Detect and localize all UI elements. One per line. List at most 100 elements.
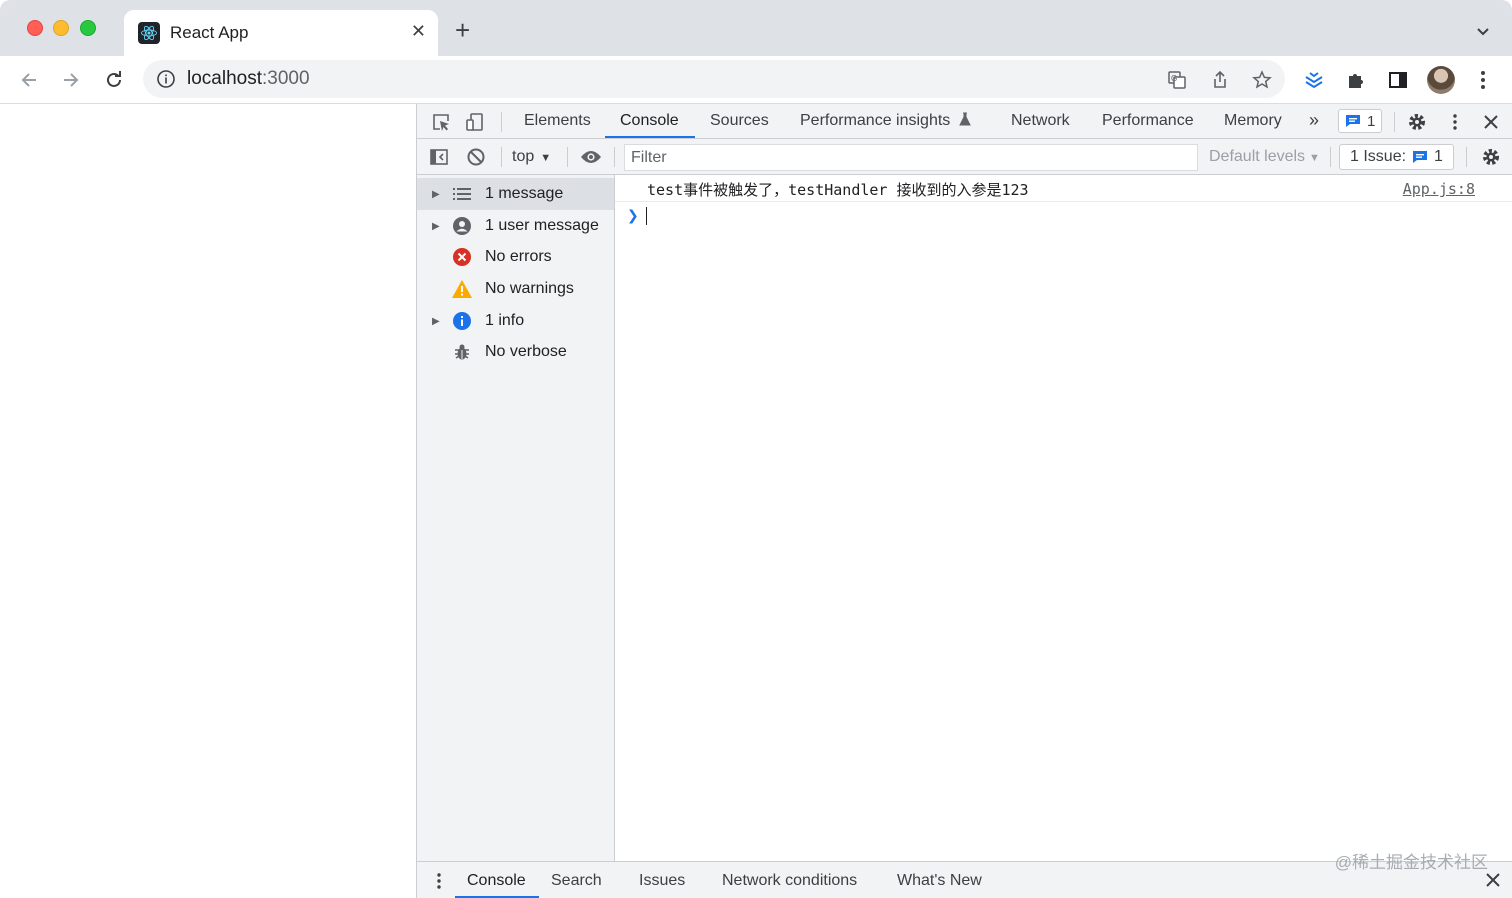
browser-menu-icon[interactable] bbox=[1471, 68, 1495, 92]
sidebar-item-label: 1 message bbox=[485, 185, 564, 202]
devtools-tab-bar: Elements Console Sources Performance ins… bbox=[417, 104, 1512, 139]
forward-arrow-icon[interactable] bbox=[59, 68, 83, 92]
settings-gear-icon[interactable] bbox=[1405, 110, 1429, 134]
tab-elements[interactable]: Elements bbox=[524, 112, 591, 130]
sidebar-item-label: 1 user message bbox=[485, 217, 599, 234]
tab-performance[interactable]: Performance bbox=[1102, 112, 1194, 130]
messages-count: 1 bbox=[1367, 112, 1376, 130]
expand-triangle-icon[interactable]: ▶ bbox=[432, 189, 440, 200]
reload-icon[interactable] bbox=[102, 68, 126, 92]
drawer-menu-icon[interactable] bbox=[431, 870, 447, 892]
side-panel-icon[interactable] bbox=[1386, 68, 1410, 92]
minimize-window-button[interactable] bbox=[53, 20, 69, 36]
expand-triangle-icon[interactable]: ▶ bbox=[432, 221, 440, 232]
error-icon bbox=[452, 247, 472, 267]
message-icon bbox=[1413, 151, 1428, 163]
dropdown-arrow-icon: ▼ bbox=[1309, 152, 1320, 164]
drawer-tab-search[interactable]: Search bbox=[551, 872, 602, 890]
inspect-element-icon[interactable] bbox=[429, 110, 453, 134]
tab-console[interactable]: Console bbox=[620, 112, 679, 130]
sidebar-item-errors[interactable]: No errors bbox=[417, 241, 614, 273]
sidebar-item-user-messages[interactable]: ▶ 1 user message bbox=[417, 210, 614, 242]
console-sidebar: ▶ 1 message ▶ 1 user message No errors N… bbox=[417, 175, 615, 861]
log-levels-value: Default levels bbox=[1209, 148, 1306, 165]
sidebar-item-label: No warnings bbox=[485, 280, 574, 297]
console-log-source-link[interactable]: App.js:8 bbox=[1403, 180, 1475, 198]
url-text[interactable]: localhost:3000 bbox=[187, 68, 310, 90]
context-selector[interactable]: top ▼ bbox=[512, 148, 551, 166]
drawer-tab-whats-new[interactable]: What's New bbox=[897, 872, 982, 890]
console-prompt-chevron-icon: ❯ bbox=[627, 207, 639, 223]
clear-console-icon[interactable] bbox=[464, 145, 488, 169]
toggle-sidebar-icon[interactable] bbox=[427, 145, 451, 169]
info-icon bbox=[452, 311, 472, 331]
tab-sources[interactable]: Sources bbox=[710, 112, 769, 130]
dropdown-arrow-icon: ▼ bbox=[540, 152, 552, 164]
filter-input[interactable] bbox=[624, 144, 1198, 171]
live-expression-eye-icon[interactable] bbox=[579, 145, 603, 169]
close-devtools-icon[interactable] bbox=[1479, 110, 1503, 134]
back-arrow-icon[interactable] bbox=[17, 68, 41, 92]
more-tabs-chevron-icon[interactable]: » bbox=[1309, 110, 1319, 131]
browser-tab[interactable]: React App ✕ bbox=[124, 10, 438, 56]
console-log-message[interactable]: test事件被触发了，testHandler 接收到的入参是123 bbox=[647, 179, 1029, 200]
zoom-window-button[interactable] bbox=[80, 20, 96, 36]
extension-layers-icon[interactable] bbox=[1302, 68, 1326, 92]
translate-icon[interactable]: G bbox=[1166, 69, 1188, 91]
bookmark-star-icon[interactable] bbox=[1251, 69, 1273, 91]
context-value: top bbox=[512, 148, 535, 165]
list-icon bbox=[452, 184, 472, 204]
messages-badge[interactable]: 1 bbox=[1338, 109, 1383, 133]
bug-icon bbox=[452, 342, 472, 362]
sidebar-item-label: No errors bbox=[485, 248, 552, 265]
tab-search-icon[interactable] bbox=[1476, 24, 1490, 42]
tab-close-icon[interactable]: ✕ bbox=[411, 21, 426, 42]
profile-avatar[interactable] bbox=[1427, 66, 1455, 94]
sidebar-item-label: 1 info bbox=[485, 312, 525, 329]
experimental-flask-icon bbox=[958, 112, 971, 126]
issues-button[interactable]: 1 Issue: 1 bbox=[1339, 144, 1454, 170]
drawer-tab-issues[interactable]: Issues bbox=[639, 872, 685, 890]
close-drawer-icon[interactable] bbox=[1485, 872, 1501, 888]
page-viewport bbox=[0, 104, 416, 898]
active-tab-indicator bbox=[605, 136, 695, 138]
browser-toolbar: localhost:3000 G bbox=[0, 56, 1512, 104]
new-tab-button[interactable]: + bbox=[455, 17, 470, 43]
user-icon bbox=[452, 216, 472, 236]
tab-performance-insights[interactable]: Performance insights bbox=[800, 112, 971, 130]
warning-icon bbox=[452, 279, 472, 299]
console-log-row[interactable]: test事件被触发了，testHandler 接收到的入参是123 App.js… bbox=[615, 175, 1512, 202]
close-window-button[interactable] bbox=[27, 20, 43, 36]
device-toolbar-icon[interactable] bbox=[463, 110, 487, 134]
sidebar-item-verbose[interactable]: No verbose bbox=[417, 336, 614, 368]
address-bar[interactable]: localhost:3000 G bbox=[143, 60, 1285, 98]
console-input-caret[interactable] bbox=[646, 207, 647, 225]
tab-memory[interactable]: Memory bbox=[1224, 112, 1282, 130]
url-host: localhost bbox=[187, 68, 262, 89]
console-settings-gear-icon[interactable] bbox=[1479, 145, 1503, 169]
expand-triangle-icon[interactable]: ▶ bbox=[432, 316, 440, 327]
tab-title: React App bbox=[170, 23, 249, 42]
log-levels-dropdown[interactable]: Default levels ▼ bbox=[1209, 148, 1320, 166]
tab-performance-insights-label: Performance insights bbox=[800, 112, 951, 129]
devtools-menu-icon[interactable] bbox=[1443, 110, 1467, 134]
watermark-text: @稀土掘金技术社区 bbox=[1334, 853, 1488, 872]
sidebar-item-info[interactable]: ▶ 1 info bbox=[417, 305, 614, 337]
drawer-tab-console[interactable]: Console bbox=[467, 872, 526, 890]
tab-strip: React App ✕ + bbox=[0, 0, 1512, 56]
issues-label: 1 Issue: bbox=[1350, 148, 1407, 165]
tab-network[interactable]: Network bbox=[1011, 112, 1070, 130]
share-icon[interactable] bbox=[1209, 69, 1231, 91]
drawer-tab-network-conditions[interactable]: Network conditions bbox=[722, 872, 857, 890]
sidebar-item-warnings[interactable]: No warnings bbox=[417, 273, 614, 305]
sidebar-item-messages[interactable]: ▶ 1 message bbox=[417, 178, 614, 210]
issues-count: 1 bbox=[1434, 148, 1443, 165]
console-filter-bar: top▼ Default levels▼ 1 Issue: 1 bbox=[417, 139, 1512, 175]
extensions-puzzle-icon[interactable] bbox=[1344, 68, 1368, 92]
site-info-icon[interactable] bbox=[156, 69, 176, 94]
console-output[interactable]: test事件被触发了，testHandler 接收到的入参是123 App.js… bbox=[615, 175, 1512, 861]
sidebar-item-label: No verbose bbox=[485, 343, 567, 360]
message-icon bbox=[1346, 115, 1360, 127]
devtools-panel: Elements Console Sources Performance ins… bbox=[416, 104, 1512, 898]
url-port: :3000 bbox=[262, 68, 310, 89]
